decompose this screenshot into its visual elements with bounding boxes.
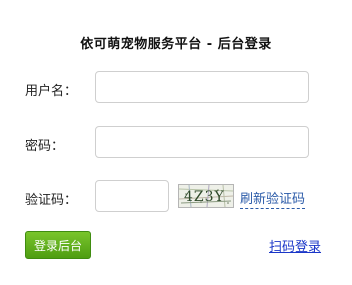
- page-title: 依可萌宠物服务平台 - 后台登录: [80, 37, 272, 52]
- username-input[interactable]: [95, 71, 309, 103]
- username-label: 用户名：: [25, 84, 78, 99]
- captcha-noise-icon: 4Z3Y: [179, 185, 233, 207]
- login-button[interactable]: 登录后台: [25, 231, 91, 259]
- password-label: 密码：: [25, 139, 65, 154]
- captcha-input[interactable]: [95, 180, 169, 212]
- password-input[interactable]: [95, 126, 309, 158]
- refresh-captcha-link[interactable]: 刷新验证码: [240, 188, 306, 209]
- captcha-text: 4Z3Y: [184, 189, 225, 205]
- captcha-label: 验证码：: [25, 193, 78, 208]
- captcha-image[interactable]: 4Z3Y: [178, 184, 234, 208]
- qr-login-link[interactable]: 扫码登录: [269, 236, 321, 255]
